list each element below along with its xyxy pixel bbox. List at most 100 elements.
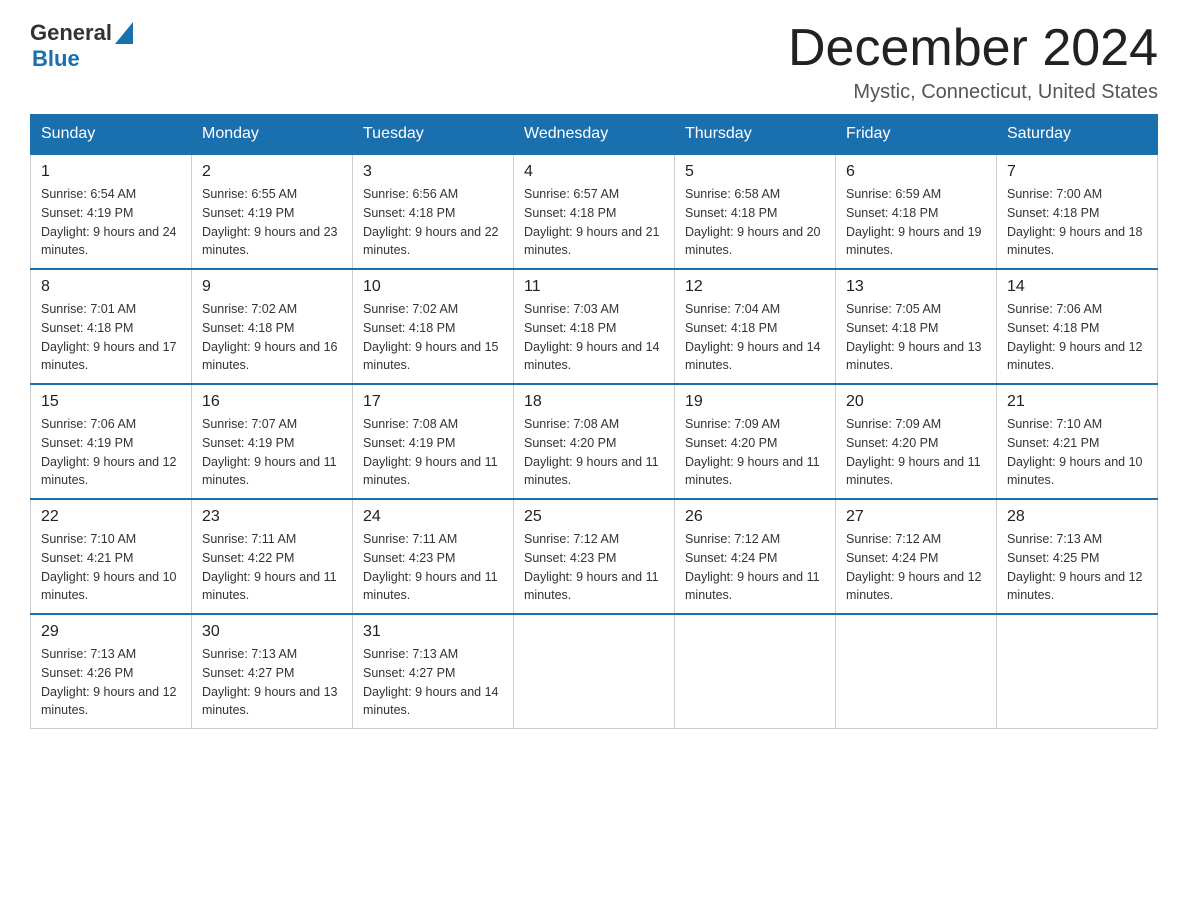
day-number: 14	[1007, 278, 1147, 296]
location-subtitle: Mystic, Connecticut, United States	[788, 81, 1158, 104]
day-info: Sunrise: 7:10 AMSunset: 4:21 PMDaylight:…	[41, 530, 181, 605]
day-number: 13	[846, 278, 986, 296]
calendar-weekday-thursday: Thursday	[675, 115, 836, 155]
calendar-cell: 24Sunrise: 7:11 AMSunset: 4:23 PMDayligh…	[353, 499, 514, 614]
calendar-cell	[675, 614, 836, 729]
day-info: Sunrise: 7:13 AMSunset: 4:27 PMDaylight:…	[363, 645, 503, 720]
calendar-cell: 23 Sunrise: 7:11 AMSunset: 4:22 PMDayligh…	[192, 499, 353, 614]
day-number: 19	[685, 393, 825, 411]
day-info: Sunrise: 7:12 AMSunset: 4:24 PMDaylight:…	[846, 530, 986, 605]
logo-blue-text: Blue	[32, 46, 80, 72]
calendar-cell: 26Sunrise: 7:12 AMSunset: 4:24 PMDayligh…	[675, 499, 836, 614]
day-info: Sunrise: 7:13 AMSunset: 4:25 PMDaylight:…	[1007, 530, 1147, 605]
day-number: 31	[363, 623, 503, 641]
calendar-cell: 2 Sunrise: 6:55 AMSunset: 4:19 PMDaylight…	[192, 154, 353, 269]
day-info: Sunrise: 7:12 AMSunset: 4:23 PMDaylight:…	[524, 530, 664, 605]
calendar-cell	[836, 614, 997, 729]
day-info: Sunrise: 7:08 AMSunset: 4:20 PMDaylight:…	[524, 415, 664, 490]
day-number: 26	[685, 508, 825, 526]
day-info: Sunrise: 7:07 AMSunset: 4:19 PMDaylight:…	[202, 415, 342, 490]
calendar-weekday-saturday: Saturday	[997, 115, 1158, 155]
calendar-cell: 15Sunrise: 7:06 AMSunset: 4:19 PMDayligh…	[31, 384, 192, 499]
calendar-cell: 13 Sunrise: 7:05 AMSunset: 4:18 PMDayligh…	[836, 269, 997, 384]
day-number: 3	[363, 163, 503, 181]
day-number: 18	[524, 393, 664, 411]
logo-general-text: General	[30, 20, 112, 46]
day-number: 17	[363, 393, 503, 411]
calendar-week-row: 15Sunrise: 7:06 AMSunset: 4:19 PMDayligh…	[31, 384, 1158, 499]
calendar-weekday-wednesday: Wednesday	[514, 115, 675, 155]
day-number: 8	[41, 278, 181, 296]
calendar-week-row: 1 Sunrise: 6:54 AMSunset: 4:19 PMDaylight…	[31, 154, 1158, 269]
day-number: 1	[41, 163, 181, 181]
day-info: Sunrise: 7:04 AMSunset: 4:18 PMDaylight:…	[685, 300, 825, 375]
calendar-week-row: 29Sunrise: 7:13 AMSunset: 4:26 PMDayligh…	[31, 614, 1158, 729]
calendar-cell: 30 Sunrise: 7:13 AMSunset: 4:27 PMDayligh…	[192, 614, 353, 729]
calendar-cell: 11 Sunrise: 7:03 AMSunset: 4:18 PMDayligh…	[514, 269, 675, 384]
calendar-cell: 4Sunrise: 6:57 AMSunset: 4:18 PMDaylight…	[514, 154, 675, 269]
calendar-week-row: 8 Sunrise: 7:01 AMSunset: 4:18 PMDaylight…	[31, 269, 1158, 384]
calendar-cell: 7 Sunrise: 7:00 AMSunset: 4:18 PMDaylight…	[997, 154, 1158, 269]
logo: General Blue	[30, 20, 133, 72]
day-info: Sunrise: 7:05 AMSunset: 4:18 PMDaylight:…	[846, 300, 986, 375]
calendar-cell	[997, 614, 1158, 729]
calendar-cell: 31 Sunrise: 7:13 AMSunset: 4:27 PMDayligh…	[353, 614, 514, 729]
calendar-cell: 22 Sunrise: 7:10 AMSunset: 4:21 PMDayligh…	[31, 499, 192, 614]
day-number: 20	[846, 393, 986, 411]
calendar-cell: 18 Sunrise: 7:08 AMSunset: 4:20 PMDayligh…	[514, 384, 675, 499]
page-header: General Blue December 2024 Mystic, Conne…	[30, 20, 1158, 104]
day-info: Sunrise: 7:13 AMSunset: 4:27 PMDaylight:…	[202, 645, 342, 720]
calendar-weekday-friday: Friday	[836, 115, 997, 155]
title-section: December 2024 Mystic, Connecticut, Unite…	[788, 20, 1158, 104]
day-info: Sunrise: 7:03 AMSunset: 4:18 PMDaylight:…	[524, 300, 664, 375]
day-info: Sunrise: 6:59 AMSunset: 4:18 PMDaylight:…	[846, 185, 986, 260]
day-info: Sunrise: 7:11 AMSunset: 4:22 PMDaylight:…	[202, 530, 342, 605]
day-number: 6	[846, 163, 986, 181]
day-info: Sunrise: 7:08 AMSunset: 4:19 PMDaylight:…	[363, 415, 503, 490]
day-info: Sunrise: 7:02 AMSunset: 4:18 PMDaylight:…	[363, 300, 503, 375]
calendar-cell: 25 Sunrise: 7:12 AMSunset: 4:23 PMDayligh…	[514, 499, 675, 614]
day-number: 30	[202, 623, 342, 641]
calendar-cell: 27Sunrise: 7:12 AMSunset: 4:24 PMDayligh…	[836, 499, 997, 614]
day-info: Sunrise: 6:55 AMSunset: 4:19 PMDaylight:…	[202, 185, 342, 260]
day-number: 12	[685, 278, 825, 296]
day-number: 28	[1007, 508, 1147, 526]
calendar-cell: 29Sunrise: 7:13 AMSunset: 4:26 PMDayligh…	[31, 614, 192, 729]
day-number: 4	[524, 163, 664, 181]
calendar-table: SundayMondayTuesdayWednesdayThursdayFrid…	[30, 114, 1158, 729]
day-number: 11	[524, 278, 664, 296]
calendar-cell: 14Sunrise: 7:06 AMSunset: 4:18 PMDayligh…	[997, 269, 1158, 384]
calendar-cell: 5 Sunrise: 6:58 AMSunset: 4:18 PMDaylight…	[675, 154, 836, 269]
calendar-cell: 12 Sunrise: 7:04 AMSunset: 4:18 PMDayligh…	[675, 269, 836, 384]
day-info: Sunrise: 6:58 AMSunset: 4:18 PMDaylight:…	[685, 185, 825, 260]
calendar-cell: 8 Sunrise: 7:01 AMSunset: 4:18 PMDaylight…	[31, 269, 192, 384]
calendar-header-row: SundayMondayTuesdayWednesdayThursdayFrid…	[31, 115, 1158, 155]
day-info: Sunrise: 7:02 AMSunset: 4:18 PMDaylight:…	[202, 300, 342, 375]
day-number: 7	[1007, 163, 1147, 181]
day-info: Sunrise: 7:09 AMSunset: 4:20 PMDaylight:…	[846, 415, 986, 490]
day-number: 24	[363, 508, 503, 526]
day-info: Sunrise: 7:10 AMSunset: 4:21 PMDaylight:…	[1007, 415, 1147, 490]
calendar-week-row: 22 Sunrise: 7:10 AMSunset: 4:21 PMDayligh…	[31, 499, 1158, 614]
month-title: December 2024	[788, 20, 1158, 77]
day-number: 2	[202, 163, 342, 181]
day-number: 5	[685, 163, 825, 181]
day-info: Sunrise: 7:00 AMSunset: 4:18 PMDaylight:…	[1007, 185, 1147, 260]
calendar-cell: 16Sunrise: 7:07 AMSunset: 4:19 PMDayligh…	[192, 384, 353, 499]
calendar-cell: 9Sunrise: 7:02 AMSunset: 4:18 PMDaylight…	[192, 269, 353, 384]
day-info: Sunrise: 6:54 AMSunset: 4:19 PMDaylight:…	[41, 185, 181, 260]
calendar-cell: 17 Sunrise: 7:08 AMSunset: 4:19 PMDayligh…	[353, 384, 514, 499]
day-info: Sunrise: 6:56 AMSunset: 4:18 PMDaylight:…	[363, 185, 503, 260]
calendar-weekday-sunday: Sunday	[31, 115, 192, 155]
calendar-cell: 1 Sunrise: 6:54 AMSunset: 4:19 PMDaylight…	[31, 154, 192, 269]
calendar-cell: 20 Sunrise: 7:09 AMSunset: 4:20 PMDayligh…	[836, 384, 997, 499]
day-number: 25	[524, 508, 664, 526]
day-info: Sunrise: 7:01 AMSunset: 4:18 PMDaylight:…	[41, 300, 181, 375]
day-number: 29	[41, 623, 181, 641]
day-info: Sunrise: 7:06 AMSunset: 4:19 PMDaylight:…	[41, 415, 181, 490]
day-number: 23	[202, 508, 342, 526]
calendar-weekday-monday: Monday	[192, 115, 353, 155]
calendar-cell: 28 Sunrise: 7:13 AMSunset: 4:25 PMDayligh…	[997, 499, 1158, 614]
day-number: 22	[41, 508, 181, 526]
day-info: Sunrise: 7:09 AMSunset: 4:20 PMDaylight:…	[685, 415, 825, 490]
